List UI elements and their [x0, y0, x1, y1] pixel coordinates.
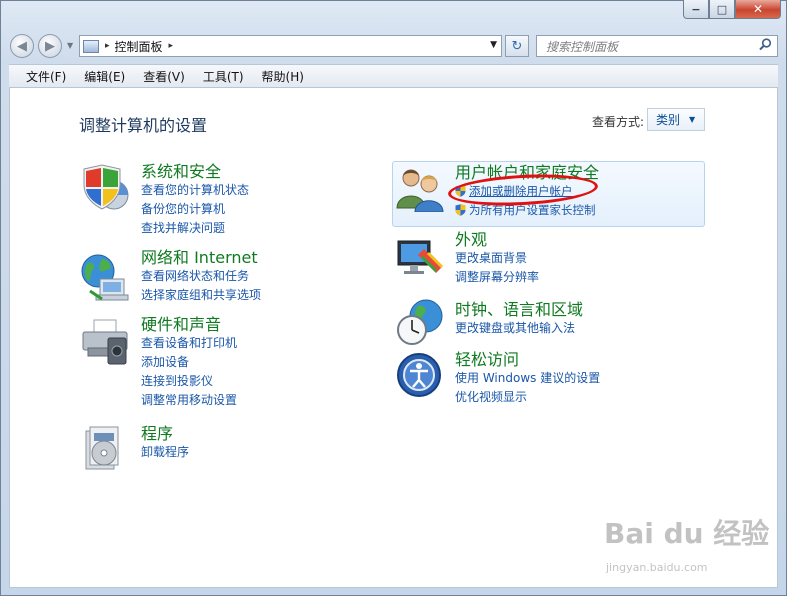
search-input[interactable]	[544, 37, 758, 57]
link-backup-computer[interactable]: 备份您的计算机	[141, 200, 249, 219]
page-title: 调整计算机的设置	[79, 116, 208, 135]
category-clock-language-region: 时钟、语言和区域 更改键盘或其他输入法	[455, 301, 583, 338]
menu-file[interactable]: 文件(F)	[17, 68, 75, 85]
link-change-desktop-background[interactable]: 更改桌面背景	[455, 249, 539, 268]
link-add-device[interactable]: 添加设备	[141, 353, 237, 372]
search-icon[interactable]	[759, 38, 772, 51]
category-heading[interactable]: 硬件和声音	[141, 316, 237, 334]
watermark-logo: Bai du 经验	[604, 517, 770, 550]
view-by-value: 类别	[656, 113, 681, 127]
link-view-computer-status[interactable]: 查看您的计算机状态	[141, 181, 249, 200]
refresh-button[interactable]: ↻	[505, 35, 529, 57]
close-button[interactable]: ✕	[735, 0, 781, 19]
category-network: 网络和 Internet 查看网络状态和任务 选择家庭组和共享选项	[141, 249, 261, 305]
link-change-keyboard[interactable]: 更改键盘或其他输入法	[455, 319, 583, 338]
category-heading[interactable]: 时钟、语言和区域	[455, 301, 583, 319]
category-hardware-sound: 硬件和声音 查看设备和打印机 添加设备 连接到投影仪 调整常用移动设置	[141, 316, 237, 410]
view-by-label: 查看方式:	[592, 115, 645, 129]
link-uninstall-program[interactable]: 卸载程序	[141, 443, 189, 462]
view-by-dropdown[interactable]: 类别 ▼	[647, 108, 705, 131]
link-network-status[interactable]: 查看网络状态和任务	[141, 267, 261, 286]
link-troubleshoot[interactable]: 查找并解决问题	[141, 219, 249, 238]
programs-icon[interactable]	[80, 423, 130, 473]
category-programs: 程序 卸载程序	[141, 425, 189, 462]
menu-edit[interactable]: 编辑(E)	[75, 68, 134, 85]
breadcrumb-separator-end[interactable]: ▸	[169, 41, 174, 51]
printer-icon[interactable]	[80, 318, 130, 368]
address-dropdown-icon[interactable]: ▼	[490, 40, 497, 50]
recent-pages-dropdown[interactable]: ▼	[67, 41, 73, 50]
back-arrow-icon: ◀	[17, 38, 27, 54]
clock-globe-icon[interactable]	[396, 298, 444, 346]
menu-view[interactable]: 查看(V)	[134, 68, 194, 85]
refresh-icon: ↻	[511, 38, 523, 54]
category-heading[interactable]: 网络和 Internet	[141, 249, 261, 267]
forward-arrow-icon: ▶	[45, 38, 55, 54]
link-recommended-settings[interactable]: 使用 Windows 建议的设置	[455, 369, 600, 388]
network-globe-icon[interactable]	[80, 253, 130, 303]
chevron-down-icon: ▼	[689, 115, 696, 124]
link-homegroup[interactable]: 选择家庭组和共享选项	[141, 286, 261, 305]
minimize-button[interactable]: −	[683, 0, 709, 19]
caption-buttons: − □ ✕	[683, 0, 781, 19]
monitor-palette-icon[interactable]	[396, 237, 444, 279]
link-mobility-settings[interactable]: 调整常用移动设置	[141, 391, 237, 410]
link-connect-projector[interactable]: 连接到投影仪	[141, 372, 237, 391]
address-bar[interactable]: ▸ 控制面板 ▸ ▼	[79, 35, 502, 57]
breadcrumb-separator[interactable]: ▸	[105, 41, 110, 51]
category-heading[interactable]: 程序	[141, 425, 189, 443]
category-heading[interactable]: 轻松访问	[455, 351, 600, 369]
link-devices-printers[interactable]: 查看设备和打印机	[141, 334, 237, 353]
system-security-icon[interactable]	[80, 163, 130, 213]
link-optimize-video[interactable]: 优化视频显示	[455, 388, 600, 407]
control-panel-icon	[83, 39, 99, 53]
category-appearance: 外观 更改桌面背景 调整屏幕分辨率	[455, 231, 539, 287]
watermark-url: jingyan.baidu.com	[606, 561, 708, 574]
category-heading[interactable]: 系统和安全	[141, 163, 249, 181]
breadcrumb-control-panel[interactable]: 控制面板	[115, 38, 163, 55]
maximize-icon: □	[716, 2, 728, 16]
maximize-button[interactable]: □	[709, 0, 735, 19]
close-icon: ✕	[752, 2, 764, 16]
users-icon[interactable]	[396, 166, 444, 212]
menu-tools[interactable]: 工具(T)	[194, 68, 253, 85]
back-button[interactable]: ◀	[10, 34, 34, 58]
menu-bar: 文件(F) 编辑(E) 查看(V) 工具(T) 帮助(H)	[9, 64, 778, 88]
minimize-icon: −	[691, 2, 701, 16]
menu-help[interactable]: 帮助(H)	[253, 68, 313, 85]
forward-button[interactable]: ▶	[38, 34, 62, 58]
category-ease-of-access: 轻松访问 使用 Windows 建议的设置 优化视频显示	[455, 351, 600, 407]
uac-shield-icon	[455, 204, 466, 216]
ease-of-access-icon[interactable]	[396, 352, 442, 398]
category-heading[interactable]: 外观	[455, 231, 539, 249]
search-box[interactable]	[536, 35, 778, 57]
category-system-security: 系统和安全 查看您的计算机状态 备份您的计算机 查找并解决问题	[141, 163, 249, 238]
link-adjust-resolution[interactable]: 调整屏幕分辨率	[455, 268, 539, 287]
